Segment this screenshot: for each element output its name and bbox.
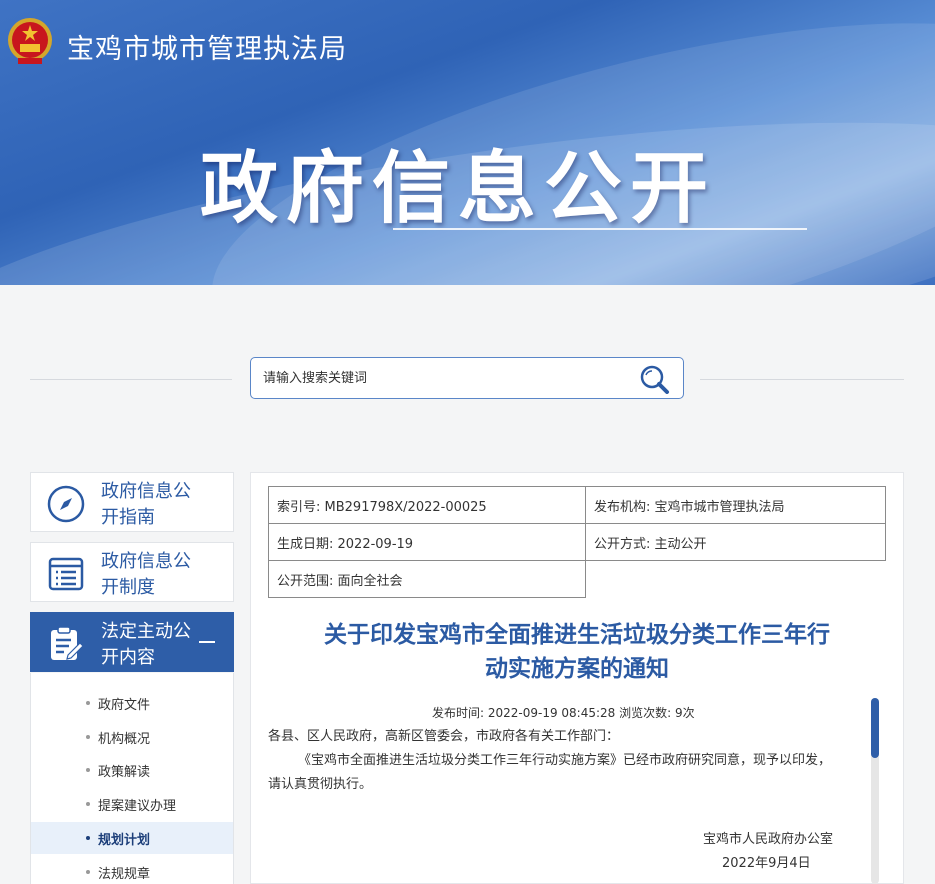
document-title-line: 关于印发宝鸡市全面推进生活垃圾分类工作三年行: [324, 622, 830, 648]
bullet-icon: [86, 735, 90, 739]
sidebar-card-label: 政府信息公开制度: [101, 551, 191, 598]
sidebar-card-label: 法定主动公开内容: [101, 621, 191, 668]
sidebar-item-label: 政府文件: [98, 698, 151, 713]
sidebar-card-statutory[interactable]: 法定主动公开内容: [30, 612, 234, 672]
sidebar-item-label: 规划计划: [98, 833, 151, 848]
bullet-icon: [86, 836, 90, 840]
meta-generated-date: 生成日期: 2022-09-19: [268, 523, 586, 561]
sidebar-item-label: 提案建议办理: [98, 799, 177, 814]
document-salutation: 各县、区人民政府，高新区管委会，市政府各有关工作部门：: [268, 729, 620, 744]
meta-scope: 公开范围: 面向全社会: [268, 560, 586, 598]
publish-info: 发布时间: 2022-09-19 08:45:28 浏览次数: 9次: [432, 706, 695, 720]
signature-date: 2022年9月4日: [722, 856, 811, 871]
scrollbar-thumb[interactable]: [871, 698, 879, 758]
search-input[interactable]: [263, 367, 623, 389]
sidebar-item-policy-interpretation[interactable]: 政策解读: [31, 754, 233, 786]
sidebar-card-system[interactable]: 政府信息公开制度: [30, 542, 234, 602]
header-banner: 宝鸡市城市管理执法局 政府信息公开: [0, 0, 935, 285]
sidebar-card-label: 政府信息公开指南: [101, 481, 191, 528]
sidebar-item-label: 法规规章: [98, 867, 151, 882]
bullet-icon: [86, 768, 90, 772]
search-box: [250, 357, 684, 399]
meta-publisher: 发布机构: 宝鸡市城市管理执法局: [585, 486, 886, 524]
national-emblem-icon: [8, 18, 52, 64]
document-body-line: 《宝鸡市全面推进生活垃圾分类工作三年行动实施方案》已经市政府研究同意，现予以印发…: [298, 753, 832, 768]
search-divider-right: [700, 379, 904, 380]
banner-title: 政府信息公开: [200, 144, 717, 234]
metadata-table: 索引号: MB291798X/2022-00025 发布机构: 宝鸡市城市管理执…: [268, 486, 886, 598]
sidebar-item-label: 政策解读: [98, 765, 151, 780]
bullet-icon: [86, 802, 90, 806]
document-title: 关于印发宝鸡市全面推进生活垃圾分类工作三年行 动实施方案的通知: [270, 618, 884, 686]
bullet-icon: [86, 870, 90, 874]
sidebar-submenu: 政府文件 机构概况 政策解读 提案建议办理 规划计划 法规规章: [30, 673, 234, 884]
meta-index-no: 索引号: MB291798X/2022-00025: [268, 486, 586, 524]
document-body-line: 请认真贯彻执行。: [268, 777, 373, 792]
sidebar-item-org-overview[interactable]: 机构概况: [31, 721, 233, 753]
sidebar-item-regulations[interactable]: 法规规章: [31, 856, 233, 884]
sidebar-item-government-docs[interactable]: 政府文件: [31, 687, 233, 719]
signature-org: 宝鸡市人民政府办公室: [703, 832, 834, 847]
banner-underline: [393, 228, 807, 230]
meta-disclosure-method: 公开方式: 主动公开: [585, 523, 886, 561]
bullet-icon: [86, 701, 90, 705]
search-divider-left: [30, 379, 232, 380]
compass-icon: [47, 485, 85, 523]
site-name[interactable]: 宝鸡市城市管理执法局: [67, 27, 347, 66]
sidebar-item-label: 机构概况: [98, 732, 151, 747]
sidebar-item-planning[interactable]: 规划计划: [31, 822, 233, 854]
edit-document-icon: [51, 626, 84, 660]
sidebar-item-proposals[interactable]: 提案建议办理: [31, 788, 233, 820]
document-title-line: 动实施方案的通知: [485, 656, 669, 682]
document-list-icon: [48, 557, 84, 591]
meta-empty-cell: [586, 561, 886, 598]
sidebar-card-guide[interactable]: 政府信息公开指南: [30, 472, 234, 532]
collapse-icon[interactable]: [199, 641, 215, 643]
search-icon[interactable]: [636, 364, 674, 394]
